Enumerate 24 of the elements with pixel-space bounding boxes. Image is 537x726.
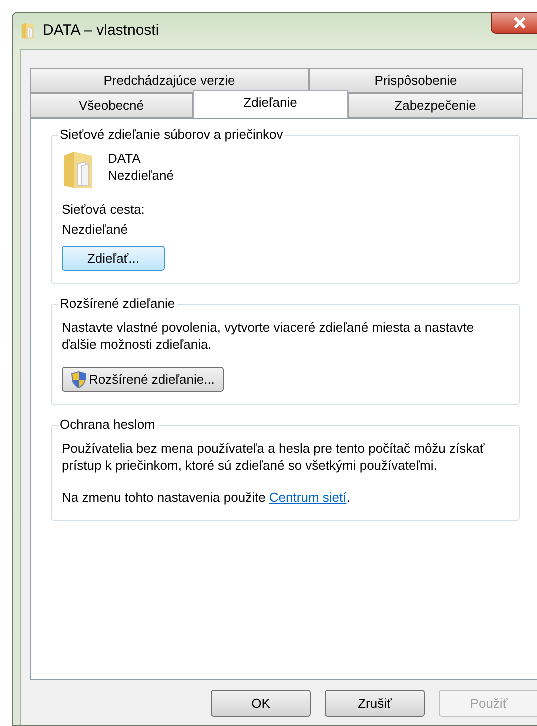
window-title: DATA – vlastnosti xyxy=(43,20,160,41)
tab[interactable]: Zdieľanie xyxy=(193,90,348,118)
folder-icon xyxy=(21,22,35,40)
description: Nastavte vlastné povolenia, vytvorte viaceré zdieľané miesta a nastavte ďalšie možnosti zdieľania. xyxy=(62,319,476,353)
settings-note: Na zmenu tohto nastavenia použite Centrum sietí. xyxy=(62,489,352,507)
tab[interactable]: Predchádzajúce verzie xyxy=(30,68,309,93)
dialog-button[interactable]: Zrušiť xyxy=(325,690,425,717)
folder-icon xyxy=(62,150,94,190)
description: Používatelia bez mena používateľa a hesla pre tento počítač môžu získať prístup k priečinkom, ktoré sú zdieľané so všetkými používateľmi. xyxy=(62,440,486,474)
group-title: Sieťové zdieľanie súborov a priečinkov xyxy=(58,127,286,143)
dialog-button[interactable]: OK xyxy=(211,690,311,717)
close-icon xyxy=(514,17,526,29)
close-button[interactable] xyxy=(491,12,537,34)
shield-icon xyxy=(71,370,87,388)
share-button[interactable]: Zdieľať... xyxy=(62,246,165,271)
folder-name: DATA xyxy=(108,150,142,167)
network-center-link[interactable]: Centrum sietí xyxy=(269,490,347,505)
folder-status: Nezdieľané xyxy=(108,167,174,184)
advanced-sharing-button[interactable]: Rozšírené zdieľanie... xyxy=(62,367,224,392)
tab[interactable]: Prispôsobenie xyxy=(309,68,523,93)
path-label: Sieťová cesta: xyxy=(62,201,146,219)
path-value: Nezdieľané xyxy=(62,221,129,239)
tab[interactable]: Zabezpečenie xyxy=(348,93,523,118)
tab[interactable]: Všeobecné xyxy=(30,93,193,118)
